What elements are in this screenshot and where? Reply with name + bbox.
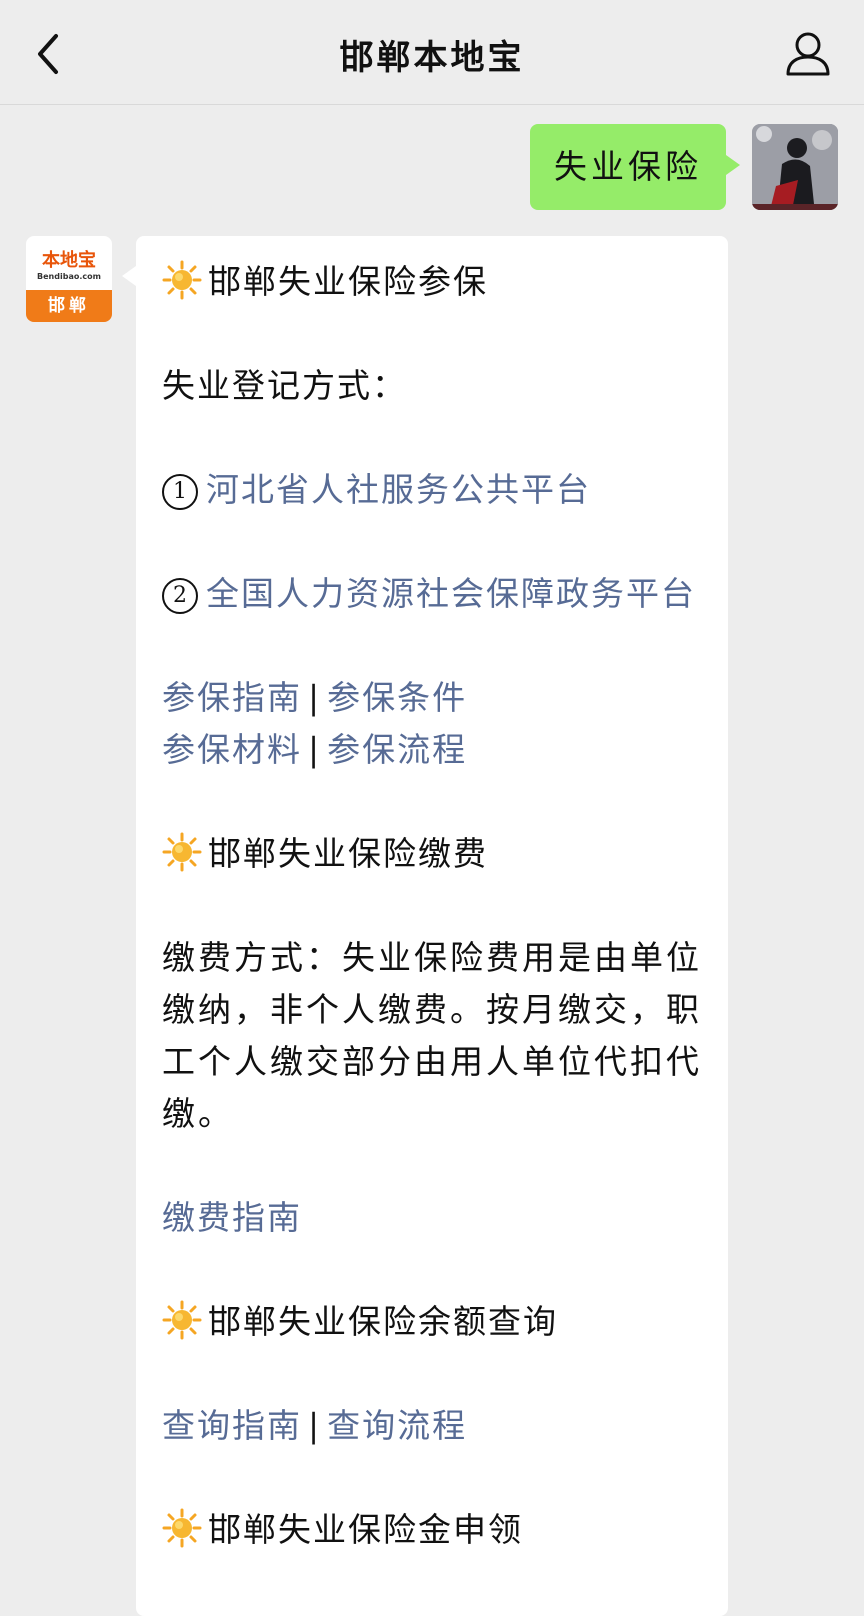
circled-number-1: 1 [162,474,198,510]
link-enroll-guide[interactable]: 参保指南 [162,678,302,717]
link-hebei-platform[interactable]: 河北省人社服务公共平台 [206,470,591,509]
bot-avatar-logo: 本地宝 Bendibao.com [26,236,112,290]
section-title: 邯郸失业保险缴费 [208,834,488,873]
link-payment-guide[interactable]: 缴费指南 [162,1198,302,1237]
section-title: 邯郸失业保险参保 [208,262,488,301]
link-enroll-materials[interactable]: 参保材料 [162,730,302,769]
payment-guide-row: 缴费指南 [162,1192,302,1244]
link-separator: | [308,1406,322,1445]
bot-avatar-domain: Bendibao.com [37,272,101,281]
links-row-1: 参保指南 | 参保条件 [162,672,467,724]
link-query-process[interactable]: 查询流程 [327,1406,467,1445]
link-enroll-conditions[interactable]: 参保条件 [327,678,467,717]
registration-label: 失业登记方式： [162,366,407,405]
option-1: 1 河北省人社服务公共平台 [162,464,591,516]
user-avatar-image [752,124,838,210]
sun-icon [162,260,202,300]
bot-avatar-city: 邯郸 [26,290,112,322]
user-icon [786,32,830,76]
option-2: 2 全国人力资源社会保障政务平台 [162,568,696,620]
link-national-platform[interactable]: 全国人力资源社会保障政务平台 [206,574,696,613]
bot-message-bubble: 邯郸失业保险参保 失业登记方式： 1 河北省人社服务公共平台 2 全国人力资源社会保… [122,236,728,1616]
links-row-2: 参保材料 | 参保流程 [162,724,467,776]
link-separator: | [308,730,322,769]
section-title: 邯郸失业保险余额查询 [208,1302,558,1341]
bot-avatar-brand: 本地宝 [42,250,96,271]
user-avatar[interactable] [752,124,838,210]
link-separator: | [308,678,322,717]
profile-button[interactable] [782,28,834,80]
section-heading-balance: 邯郸失业保险余额查询 [162,1296,558,1348]
sun-icon [162,832,202,872]
section-title: 邯郸失业保险金申领 [208,1510,523,1549]
section-heading-claim: 邯郸失业保险金申领 [162,1504,523,1556]
top-bar: 邯郸本地宝 [0,0,864,105]
section-heading-enroll: 邯郸失业保险参保 [162,256,488,308]
payment-paragraph: 缴费方式：失业保险费用是由单位缴纳，非个人缴费。按月缴交，职工个人缴交部分由用人… [162,938,702,1133]
user-message-bubble[interactable]: 失业保险 [530,124,740,210]
page-title: 邯郸本地宝 [339,38,525,78]
section-heading-payment: 邯郸失业保险缴费 [162,828,488,880]
circled-number-2: 2 [162,578,198,614]
sun-icon [162,1508,202,1548]
sun-icon [162,1300,202,1340]
link-query-guide[interactable]: 查询指南 [162,1406,302,1445]
link-enroll-process[interactable]: 参保流程 [327,730,467,769]
user-message-text: 失业保险 [554,147,702,186]
bot-avatar[interactable]: 本地宝 Bendibao.com 邯郸 [26,236,112,322]
balance-links-row: 查询指南 | 查询流程 [162,1400,467,1452]
